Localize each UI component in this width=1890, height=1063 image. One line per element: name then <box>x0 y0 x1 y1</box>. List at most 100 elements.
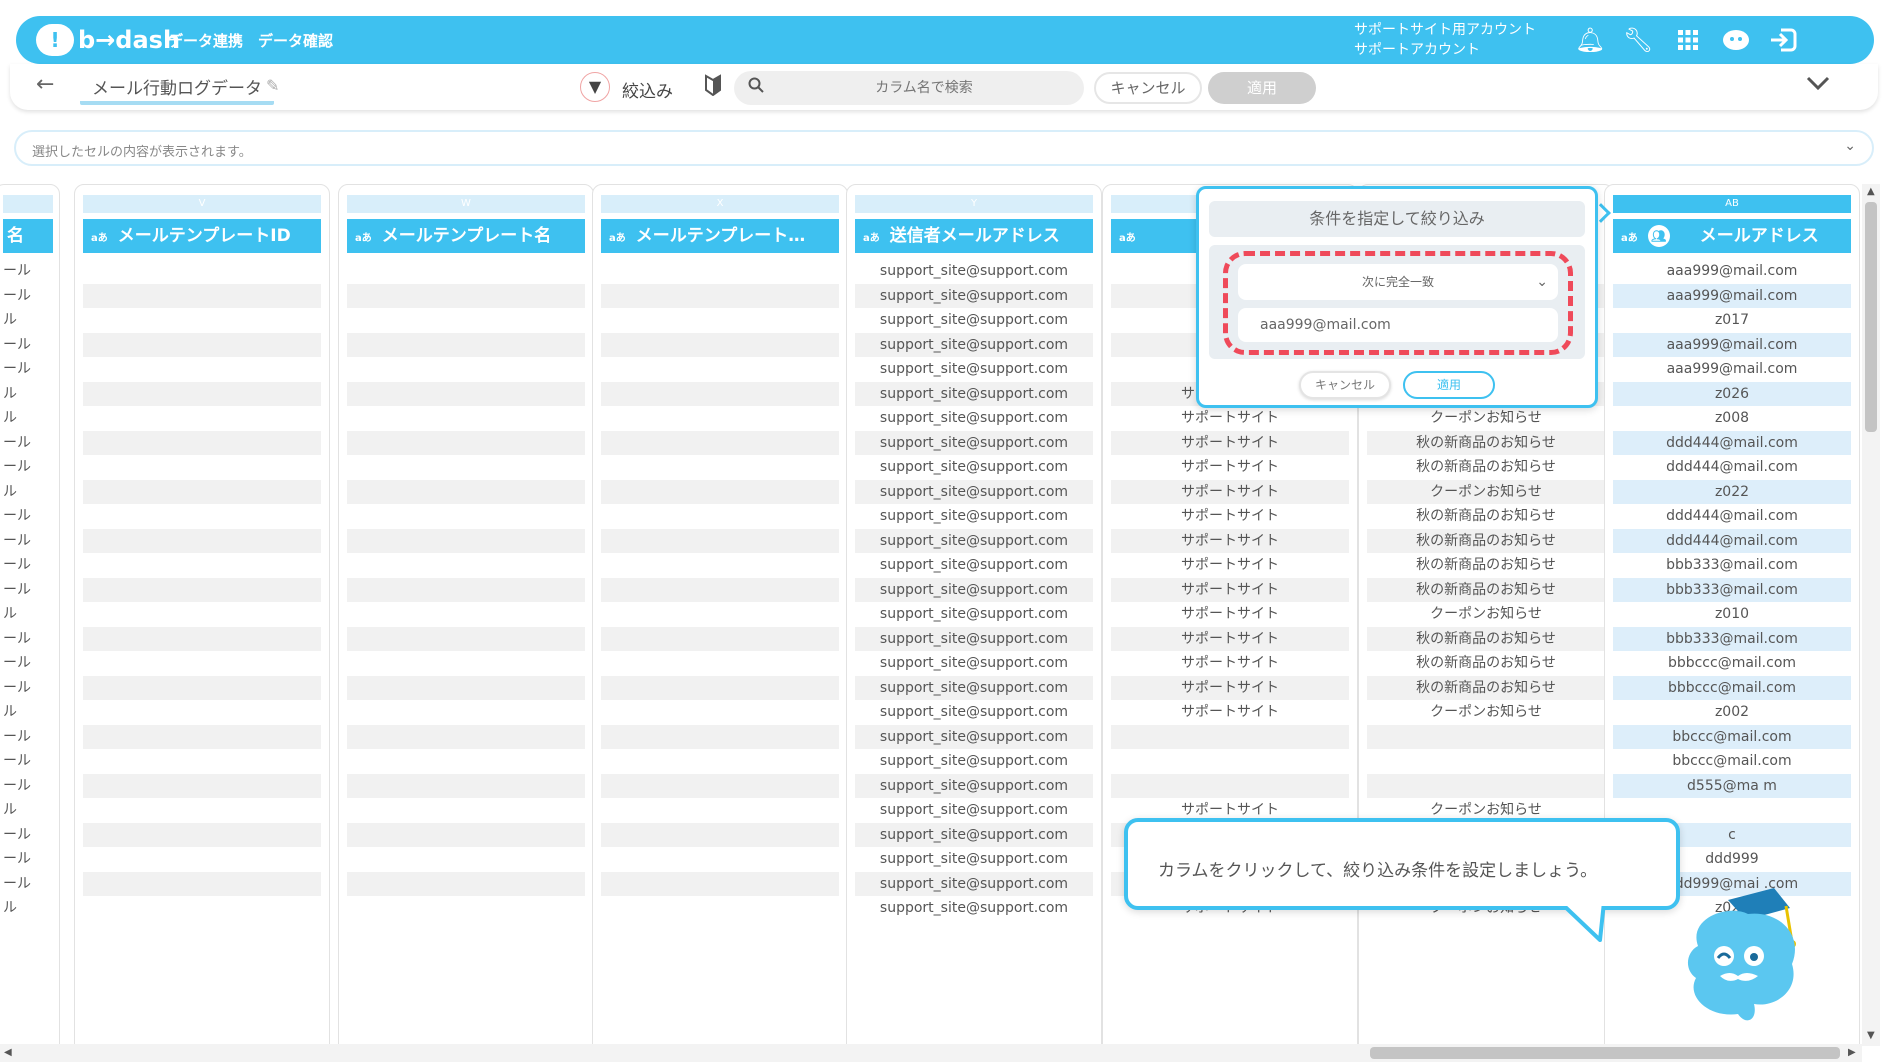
table-cell[interactable] <box>83 406 321 430</box>
table-cell[interactable]: ddd444@mail.com <box>1613 528 1851 553</box>
table-cell[interactable]: ール <box>3 529 53 553</box>
table-cell[interactable] <box>347 430 585 455</box>
table-cell[interactable] <box>83 455 321 479</box>
table-cell[interactable]: aaa999@mail.com <box>1613 357 1851 381</box>
table-cell[interactable] <box>347 553 585 577</box>
table-cell[interactable] <box>83 871 321 896</box>
table-cell[interactable]: aaa999@mail.com <box>1613 283 1851 308</box>
table-cell[interactable] <box>347 357 585 381</box>
table-cell[interactable] <box>1367 773 1605 798</box>
table-cell[interactable] <box>83 602 321 626</box>
table-cell[interactable]: 秋の新商品のお知らせ <box>1367 577 1605 602</box>
table-cell[interactable]: bbb333@mail.com <box>1613 626 1851 651</box>
table-cell[interactable]: ール <box>3 676 53 700</box>
table-cell[interactable]: z008 <box>1613 406 1851 430</box>
table-cell[interactable]: ール <box>3 578 53 602</box>
table-cell[interactable] <box>601 798 839 822</box>
column-header[interactable]: aあ メールテンプレートID <box>83 219 321 253</box>
table-cell[interactable]: bbb333@mail.com <box>1613 553 1851 577</box>
table-cell[interactable] <box>83 675 321 700</box>
table-cell[interactable]: ddd444@mail.com <box>1613 504 1851 528</box>
table-cell[interactable]: ール <box>3 333 53 357</box>
table-cell[interactable] <box>347 528 585 553</box>
table-cell[interactable] <box>347 651 585 675</box>
logout-icon[interactable] <box>1768 24 1800 56</box>
table-cell[interactable]: support_site@support.com <box>855 700 1093 724</box>
table-cell[interactable] <box>601 822 839 847</box>
table-cell[interactable] <box>601 871 839 896</box>
table-cell[interactable] <box>601 332 839 357</box>
table-cell[interactable] <box>601 455 839 479</box>
table-cell[interactable]: ール <box>3 284 53 308</box>
logo[interactable]: ! b→dash <box>36 22 180 58</box>
table-cell[interactable] <box>83 504 321 528</box>
table-cell[interactable] <box>347 406 585 430</box>
table-cell[interactable] <box>601 749 839 773</box>
table-cell[interactable]: ddd444@mail.com <box>1613 455 1851 479</box>
column-header[interactable]: aあ メールテンプレート… <box>601 219 839 253</box>
popover-apply-button[interactable]: 適用 <box>1403 371 1495 399</box>
mascot-character-icon[interactable] <box>1668 878 1808 1028</box>
table-cell[interactable] <box>83 577 321 602</box>
table-cell[interactable] <box>83 896 321 920</box>
horizontal-scroll-thumb[interactable] <box>1370 1047 1840 1059</box>
table-cell[interactable] <box>601 504 839 528</box>
table-cell[interactable]: サポートサイト <box>1111 651 1349 675</box>
table-cell[interactable]: z017 <box>1613 308 1851 332</box>
table-cell[interactable] <box>347 798 585 822</box>
support-icon[interactable] <box>1720 24 1752 56</box>
table-cell[interactable]: 秋の新商品のお知らせ <box>1367 675 1605 700</box>
column-w[interactable]: W aあ メールテンプレート名 <box>338 184 594 1046</box>
condition-select[interactable]: 次に完全一致 ⌄ <box>1238 264 1558 300</box>
table-cell[interactable]: support_site@support.com <box>855 553 1093 577</box>
table-cell[interactable] <box>83 381 321 406</box>
table-cell[interactable]: サポートサイト <box>1111 430 1349 455</box>
table-cell[interactable]: support_site@support.com <box>855 455 1093 479</box>
table-cell[interactable]: support_site@support.com <box>855 381 1093 406</box>
table-cell[interactable]: サポートサイト <box>1111 626 1349 651</box>
table-cell[interactable] <box>83 308 321 332</box>
table-cell[interactable]: z002 <box>1613 700 1851 724</box>
table-cell[interactable]: クーポンお知らせ <box>1367 479 1605 504</box>
table-cell[interactable] <box>347 822 585 847</box>
table-cell[interactable]: 秋の新商品のお知らせ <box>1367 455 1605 479</box>
column-x[interactable]: X aあ メールテンプレート… <box>592 184 848 1046</box>
table-cell[interactable] <box>601 381 839 406</box>
bell-icon[interactable]: 🔔︎ <box>1574 24 1606 56</box>
table-cell[interactable]: support_site@support.com <box>855 528 1093 553</box>
table-cell[interactable]: bbb333@mail.com <box>1613 577 1851 602</box>
table-cell[interactable]: ール <box>3 872 53 896</box>
column-header[interactable]: aあ メールテンプレート名 <box>347 219 585 253</box>
table-cell[interactable]: サポートサイト <box>1111 479 1349 504</box>
table-cell[interactable]: クーポンお知らせ <box>1367 406 1605 430</box>
table-cell[interactable]: ル <box>3 896 53 920</box>
apps-grid-icon[interactable] <box>1672 24 1704 56</box>
table-cell[interactable] <box>347 479 585 504</box>
table-cell[interactable]: support_site@support.com <box>855 651 1093 675</box>
table-cell[interactable]: ール <box>3 455 53 479</box>
table-cell[interactable] <box>601 406 839 430</box>
table-cell[interactable] <box>347 773 585 798</box>
table-cell[interactable] <box>83 479 321 504</box>
filter-label[interactable]: 絞込み <box>622 77 673 102</box>
table-cell[interactable]: ール <box>3 651 53 675</box>
table-cell[interactable]: ル <box>3 480 53 504</box>
table-cell[interactable] <box>83 626 321 651</box>
table-cell[interactable] <box>601 577 839 602</box>
table-cell[interactable] <box>83 847 321 871</box>
table-cell[interactable]: d555@ma m <box>1613 773 1851 798</box>
table-cell[interactable] <box>601 773 839 798</box>
table-cell[interactable]: サポートサイト <box>1111 577 1349 602</box>
table-cell[interactable] <box>601 528 839 553</box>
vertical-scroll-thumb[interactable] <box>1865 202 1877 432</box>
table-cell[interactable]: support_site@support.com <box>855 357 1093 381</box>
table-cell[interactable] <box>601 724 839 749</box>
nav-data-link[interactable]: データ連携 <box>168 30 243 51</box>
table-cell[interactable] <box>347 847 585 871</box>
table-cell[interactable] <box>347 308 585 332</box>
table-cell[interactable]: クーポンお知らせ <box>1367 602 1605 626</box>
table-cell[interactable]: ール <box>3 553 53 577</box>
table-cell[interactable]: aaa999@mail.com <box>1613 259 1851 283</box>
table-cell[interactable]: bbccc@mail.com <box>1613 724 1851 749</box>
table-cell[interactable]: bbbccc@mail.com <box>1613 651 1851 675</box>
